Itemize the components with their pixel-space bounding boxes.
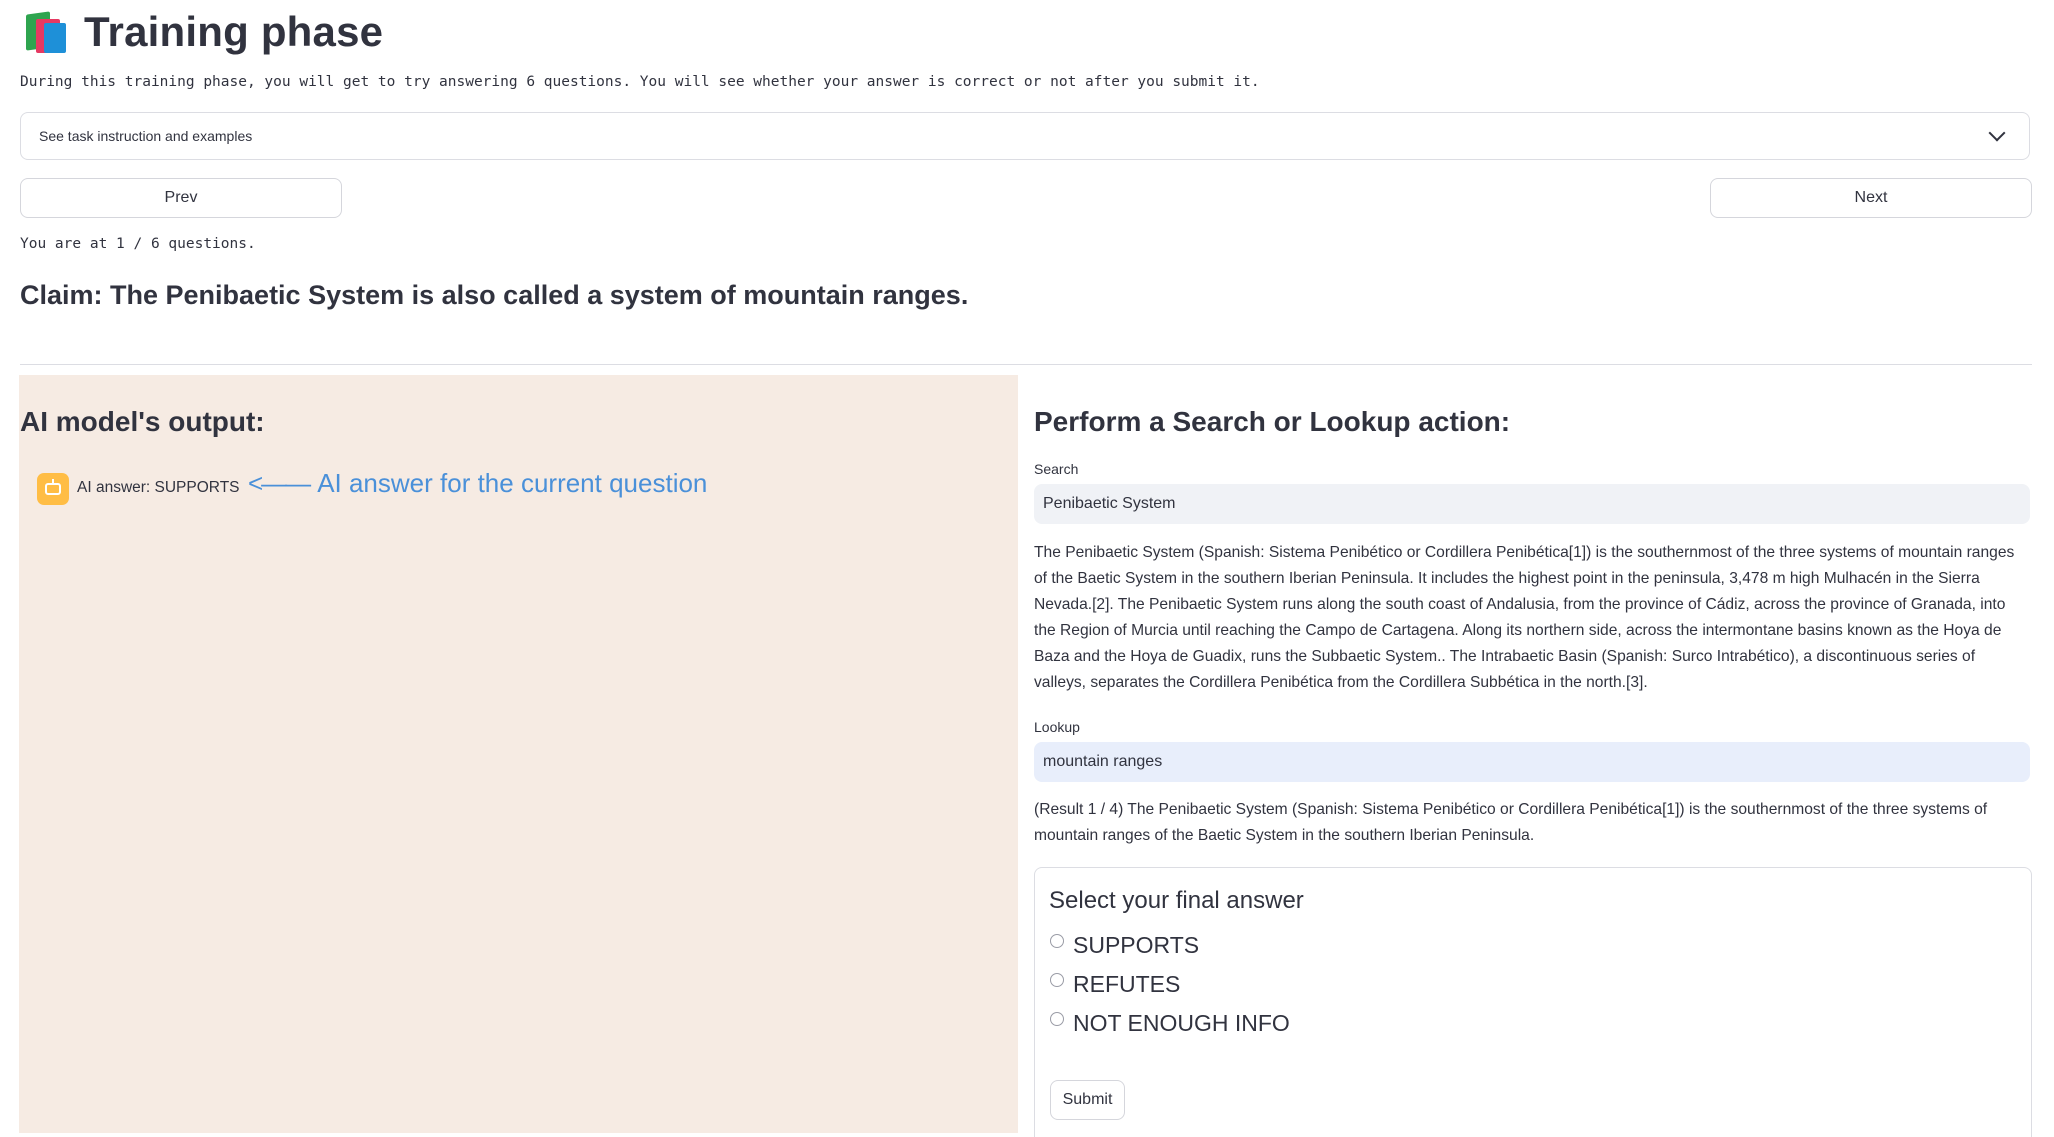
search-result-text: The Penibaetic System (Spanish: Sistema …: [1034, 544, 2015, 691]
next-button[interactable]: Next: [1710, 178, 2032, 218]
chevron-down-icon: [1988, 124, 2006, 142]
form-title: Select your final answer: [1049, 887, 1304, 914]
radio-label: REFUTES: [1073, 971, 1181, 997]
prev-button[interactable]: Prev: [20, 178, 342, 218]
claim-text: Claim: The Penibaetic System is also cal…: [20, 280, 969, 310]
radio-label: SUPPORTS: [1073, 932, 1200, 958]
annotation-text: AI answer for the current question: [317, 468, 708, 498]
lookup-label: Lookup: [1034, 719, 1080, 735]
expander-label: See task instruction and examples: [39, 128, 253, 144]
ai-answer-text: AI answer: SUPPORTS: [77, 479, 240, 496]
search-label: Search: [1034, 461, 1079, 477]
radio-button[interactable]: [1050, 972, 1064, 987]
instructions-expander[interactable]: See task instruction and examples: [20, 112, 2030, 160]
page-header: Training phase: [22, 6, 383, 58]
radio-button[interactable]: [1050, 1011, 1064, 1026]
submit-button[interactable]: Submit: [1050, 1080, 1125, 1120]
radio-label: NOT ENOUGH INFO: [1073, 1010, 1290, 1036]
radio-option-supports[interactable]: SUPPORTS: [1050, 932, 1199, 959]
robot-icon: [37, 473, 69, 505]
page-title: Training phase: [84, 8, 384, 55]
progress-text: You are at 1 / 6 questions.: [20, 236, 256, 252]
search-input[interactable]: [1034, 484, 2030, 524]
radio-option-refutes[interactable]: REFUTES: [1050, 971, 1180, 998]
action-heading: Perform a Search or Lookup action:: [1034, 406, 1511, 437]
intro-text: During this training phase, you will get…: [20, 74, 1260, 90]
annotation: <—— AI answer for the current question: [248, 468, 707, 499]
books-icon: [22, 9, 70, 55]
arrow-left-icon: <——: [248, 468, 311, 498]
radio-option-not-enough-info[interactable]: NOT ENOUGH INFO: [1050, 1010, 1290, 1037]
lookup-result-text: (Result 1 / 4) The Penibaetic System (Sp…: [1034, 801, 1988, 844]
ai-output-heading: AI model's output:: [20, 406, 265, 437]
divider: [20, 364, 2032, 365]
lookup-input[interactable]: [1034, 742, 2030, 782]
radio-button[interactable]: [1050, 933, 1064, 948]
